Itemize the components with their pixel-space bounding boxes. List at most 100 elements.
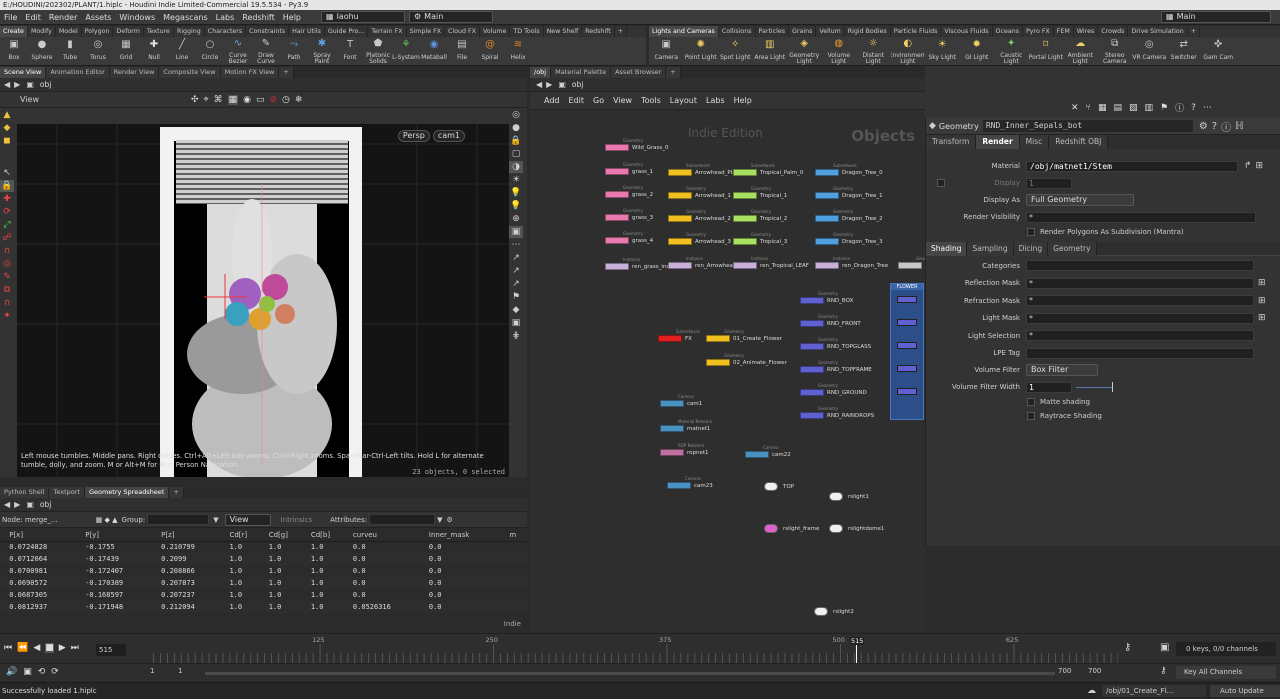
network-node-arrowhead-3[interactable]: Geometry Arrowhead_3 xyxy=(668,232,731,245)
shelf-tab-cloud-fx[interactable]: Cloud FX xyxy=(445,26,480,37)
param-subtab-shading[interactable]: Shading xyxy=(926,241,968,256)
shelf-tab-lights-and-cameras[interactable]: Lights and Cameras xyxy=(649,26,719,37)
chooser-icon[interactable]: ⊞ xyxy=(1258,296,1266,306)
shelf-tool-l-system[interactable]: ⚘ L-System xyxy=(392,37,420,66)
wrench-icon[interactable]: ✕ xyxy=(1071,103,1079,113)
help-icon[interactable]: ? xyxy=(1212,121,1217,132)
shelf-tab-texture[interactable]: Texture xyxy=(144,26,174,37)
shelf-tool-area-light[interactable]: ▥ Area Light xyxy=(753,37,788,66)
shelf-tool-camera[interactable]: ▣ Camera xyxy=(649,37,684,66)
normal-icon[interactable]: ↗ xyxy=(509,252,523,264)
render-icon[interactable]: ▭ xyxy=(256,95,265,105)
shelf-tab-hair-utils[interactable]: Hair Utils xyxy=(289,26,325,37)
shelf-tool-volume-light[interactable]: ◍ Volume Light xyxy=(822,37,857,66)
node-name-field[interactable]: RND_Inner_Sepals_bot xyxy=(982,120,1193,132)
table-row[interactable]: 0.0700981 -0.172407 0.208866 1.0 1.0 1.0 0.0 0.… xyxy=(0,565,527,577)
menu-assets[interactable]: Assets xyxy=(81,10,115,25)
status-path[interactable]: /obj/01_Create_Fl... xyxy=(1102,685,1206,697)
menu-redshift[interactable]: Redshift xyxy=(238,10,278,25)
group-field[interactable] xyxy=(147,514,210,525)
attract-icon[interactable]: ∩ xyxy=(0,297,14,309)
start-frame-field[interactable]: 1 xyxy=(150,667,154,675)
shelf-tab-particles[interactable]: Particles xyxy=(756,26,790,37)
menu-windows[interactable]: Windows xyxy=(115,10,159,25)
param-tab-redshift-obj[interactable]: Redshift OBJ xyxy=(1049,135,1109,149)
view-menu[interactable]: View xyxy=(224,513,271,526)
add-shelf-icon[interactable]: + xyxy=(1188,26,1201,37)
network-icon[interactable]: ⋯ xyxy=(1203,103,1212,113)
stop-icon[interactable]: ⊘ xyxy=(270,95,278,105)
filter-icon[interactable]: ▼ xyxy=(437,516,442,524)
param-tab-misc[interactable]: Misc xyxy=(1019,135,1050,149)
shelf-tool-spot-light[interactable]: ✧ Spot Light xyxy=(718,37,753,66)
frame-field[interactable]: 515 xyxy=(96,644,126,656)
realtime-icon[interactable]: ▣ xyxy=(23,667,32,677)
shelf-tab-drive-simulation[interactable]: Drive Simulation xyxy=(1128,26,1188,37)
branch-icon[interactable]: ⑂ xyxy=(1086,103,1091,113)
column-header[interactable]: m xyxy=(507,529,527,542)
translate-icon[interactable]: ✚ xyxy=(0,193,14,205)
network-node-wild-grass-0[interactable]: Geometry Wild_Grass_0 xyxy=(605,138,669,151)
add-tab-icon[interactable]: + xyxy=(279,67,294,78)
shaded-icon[interactable]: ◑ xyxy=(509,161,523,173)
forward-icon[interactable]: ▶ xyxy=(14,500,20,509)
shelf-tab-new-shelf[interactable]: New Shelf xyxy=(544,26,583,37)
network-node-arrowhead-2[interactable]: Geometry Arrowhead_2 xyxy=(668,209,731,222)
shelf-tool-tube[interactable]: ▮ Tube xyxy=(56,37,84,66)
tab-animation-editor[interactable]: Animation Editor xyxy=(46,67,110,78)
menu-help[interactable]: Help xyxy=(279,10,305,25)
bulb-icon[interactable]: 💡 xyxy=(509,187,523,199)
shelf-tab-model[interactable]: Model xyxy=(56,26,82,37)
intrinsics-label[interactable]: Intrinsics xyxy=(281,516,313,524)
shelf-tool-font[interactable]: T Font xyxy=(336,37,364,66)
flag-icon[interactable]: ⚑ xyxy=(509,291,523,303)
network-node-ren-tropical-leaf[interactable]: Instance ren_Tropical_LEAF xyxy=(733,256,809,269)
ghost-icon[interactable]: ⌘ xyxy=(214,95,223,105)
shelf-tab-viscous-fluids[interactable]: Viscous Fluids xyxy=(941,26,993,37)
flower-network-box[interactable]: FLOWER xyxy=(890,283,924,420)
param-subtab-geometry[interactable]: Geometry xyxy=(1048,241,1097,256)
tab-asset-browser[interactable]: Asset Browser xyxy=(611,67,667,78)
vol-filter-menu[interactable]: Box Filter xyxy=(1026,364,1098,376)
network-node-02-animate-flower[interactable]: Geometry 02_Animate_Flower xyxy=(706,353,787,366)
network-node-tropical-palm-0[interactable]: Subnetwork Tropical_Palm_0 xyxy=(733,163,803,176)
material-field[interactable]: /obj/matnet1/Stem xyxy=(1026,160,1238,172)
mirror-icon[interactable]: ⧉ xyxy=(0,284,14,296)
network-node-rnd-ground[interactable]: Geometry RND_GROUND xyxy=(800,383,867,396)
grid-view-icon[interactable]: ▦ xyxy=(1098,103,1107,113)
help-net-icon[interactable]: ? xyxy=(1191,103,1196,113)
key-all-button[interactable]: Key All Channels xyxy=(1176,666,1276,679)
sphere-display-icon[interactable]: ● xyxy=(509,122,523,134)
shelf-tab-deform[interactable]: Deform xyxy=(113,26,144,37)
tab-python-shell[interactable]: Python Shell xyxy=(0,487,50,498)
network-node-cam1[interactable]: Camera cam1 xyxy=(660,394,702,407)
param-field-light-selection[interactable]: * xyxy=(1026,330,1254,341)
display-as-menu[interactable]: Full Geometry xyxy=(1026,194,1134,206)
shelf-tab-volume[interactable]: Volume xyxy=(480,26,511,37)
network-node-rnd-topglass[interactable]: Geometry RND_TOPGLASS xyxy=(800,337,871,350)
key-icon[interactable]: ⚷ xyxy=(1124,642,1131,653)
settings-icon[interactable]: ⚙ xyxy=(446,516,452,524)
param-field-reflection-mask[interactable]: * xyxy=(1026,277,1254,289)
network-node-matnet1[interactable]: Material Network matnet1 xyxy=(660,419,712,432)
shelf-tool-grid[interactable]: ▦ Grid xyxy=(112,37,140,66)
auto-update-button[interactable]: Auto Update xyxy=(1210,685,1280,697)
menu-megascans[interactable]: Megascans xyxy=(159,10,212,25)
menu-file[interactable]: File xyxy=(0,10,21,25)
jump-icon[interactable]: ↱ xyxy=(1244,161,1252,171)
network-node-rnd-front[interactable]: Geometry RND_FRONT xyxy=(800,314,861,327)
snap-icon[interactable]: ✣ xyxy=(191,95,199,105)
shelf-tab-particle-fluids[interactable]: Particle Fluids xyxy=(891,26,942,37)
shelf-tab-modify[interactable]: Modify xyxy=(28,26,56,37)
light-node-top[interactable]: TOP xyxy=(764,482,794,491)
houdini-icon[interactable]: ℍ xyxy=(1235,121,1244,132)
param-field-light-mask[interactable]: * xyxy=(1026,312,1254,324)
chooser-icon[interactable]: ⊞ xyxy=(1258,313,1266,323)
shelf-tool-vr-camera[interactable]: ◎ VR Camera xyxy=(1132,37,1167,66)
cloud-icon[interactable]: ☁ xyxy=(1087,686,1096,696)
param-field-refraction-mask[interactable]: * xyxy=(1026,295,1254,306)
table-row[interactable]: 0.0687305 -0.168597 0.207237 1.0 1.0 1.0 0.0 0.… xyxy=(0,589,527,601)
sync-icon[interactable]: ⟳ xyxy=(51,667,59,677)
viewport-path[interactable]: obj xyxy=(40,80,51,89)
view-selector[interactable]: ⚙ Main xyxy=(409,11,493,23)
